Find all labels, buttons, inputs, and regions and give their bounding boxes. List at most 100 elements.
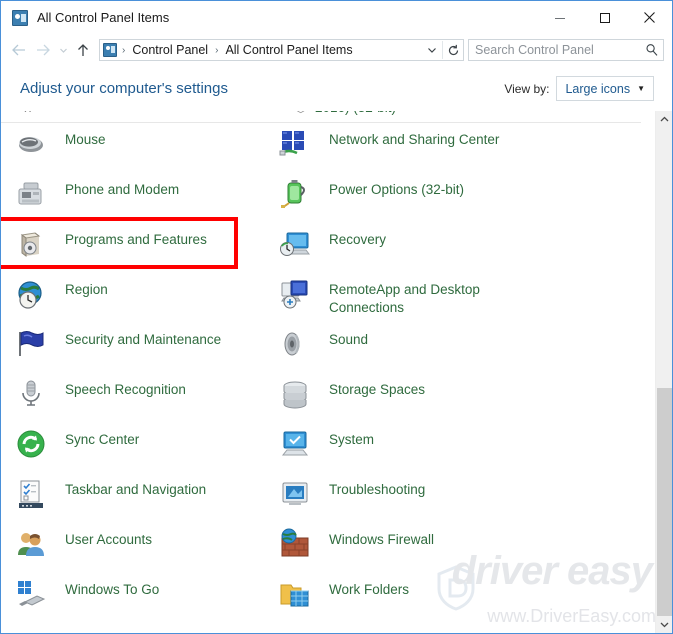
control-panel-item-label: Windows To Go [65,576,159,599]
control-panel-item-label: Recovery [329,226,386,249]
control-panel-item[interactable]: Work Folders [279,576,409,626]
recovery-icon [279,228,311,260]
control-panel-item-label: Sync Center [65,426,139,449]
scroll-down-button[interactable] [656,616,672,633]
windows-firewall-icon [279,528,311,560]
window-title: All Control Panel Items [37,10,169,25]
scrollbar-thumb[interactable] [657,388,672,618]
control-panel-item-label: Taskbar and Navigation [65,476,206,499]
clipped-mid-fragment: ⬡ [295,111,306,116]
breadcrumb-separator: › [117,45,130,56]
mouse-icon [15,128,47,160]
control-panel-item[interactable]: Windows To Go [15,576,159,626]
control-panel-item-label: Storage Spaces [329,376,425,399]
control-panel-item[interactable]: Phone and Modem [15,176,179,226]
programs-features-icon [15,228,47,260]
recent-pages-chevron-icon[interactable] [55,38,71,62]
control-panel-item[interactable]: Storage Spaces [279,376,425,426]
troubleshooting-icon [279,478,311,510]
search-icon[interactable] [641,40,663,60]
view-by-group: View by: Large icons ▼ [504,76,654,101]
control-panel-item[interactable]: Security and Maintenance [15,326,221,376]
taskbar-navigation-icon [15,478,47,510]
breadcrumb-item-control-panel[interactable]: Control Panel [130,43,210,57]
vertical-scrollbar[interactable] [655,111,672,633]
security-maintenance-icon [15,328,47,360]
window-controls [537,1,672,34]
search-box[interactable]: Search Control Panel [468,39,664,61]
control-panel-item[interactable]: User Accounts [15,526,152,576]
control-panel-item[interactable]: Network and Sharing Center [279,126,499,176]
search-input[interactable]: Search Control Panel [469,43,641,57]
close-button[interactable] [627,1,672,34]
minimize-button[interactable] [537,1,582,34]
control-panel-item-label: Power Options (32-bit) [329,176,464,199]
control-panel-item[interactable]: Sync Center [15,426,139,476]
control-panel-item[interactable]: Mouse [15,126,106,176]
windows-to-go-icon [15,578,47,610]
breadcrumb-separator: › [210,45,223,56]
view-by-dropdown[interactable]: Large icons ▼ [556,76,654,101]
sound-icon [279,328,311,360]
control-panel-item-label: Network and Sharing Center [329,126,499,149]
refresh-icon[interactable] [443,40,463,60]
items-pane: ∧ ⬡ 2016) (32-bit) MousePhone and Modem P… [1,111,655,633]
control-panel-item[interactable]: Power Options (32-bit) [279,176,464,226]
control-panel-item[interactable]: Recovery [279,226,386,276]
control-panel-item[interactable]: Windows Firewall [279,526,434,576]
control-panel-item[interactable]: RemoteApp and Desktop Connections [279,276,514,326]
items-content-area: ∧ ⬡ 2016) (32-bit) MousePhone and Modem P… [1,111,672,633]
chevron-down-icon: ▼ [637,84,645,93]
system-icon [279,428,311,460]
navigation-bar: › Control Panel › All Control Panel Item… [1,34,672,66]
control-panel-item-label: System [329,426,374,449]
control-panel-icon [12,10,28,26]
maximize-button[interactable] [582,1,627,34]
back-arrow-icon[interactable] [7,38,31,62]
control-panel-item[interactable]: Troubleshooting [279,476,425,526]
control-panel-item-label: User Accounts [65,526,152,549]
clipped-row: ∧ ⬡ 2016) (32-bit) [1,111,655,126]
network-sharing-icon [279,128,311,160]
control-panel-item-label: Sound [329,326,368,349]
control-panel-item[interactable]: Speech Recognition [15,376,186,426]
control-panel-item-label: Phone and Modem [65,176,179,199]
control-panel-window: All Control Panel Items [0,0,673,634]
control-panel-icon [103,43,117,57]
storage-spaces-icon [279,378,311,410]
control-panel-item[interactable]: Taskbar and Navigation [15,476,206,526]
control-panel-item[interactable]: Programs and Features [15,226,207,276]
clipped-left-fragment: ∧ [23,111,33,116]
view-by-value: Large icons [565,82,630,96]
title-bar: All Control Panel Items [1,1,672,34]
control-panel-item[interactable]: System [279,426,374,476]
control-panel-item-label: Security and Maintenance [65,326,221,349]
control-panel-item[interactable]: Sound [279,326,368,376]
up-arrow-icon[interactable] [71,38,95,62]
breadcrumb-item-all-control-panel-items[interactable]: All Control Panel Items [223,43,354,57]
view-by-label: View by: [504,82,549,96]
clipped-row-divider [1,122,641,123]
forward-arrow-icon[interactable] [31,38,55,62]
sync-center-icon [15,428,47,460]
control-panel-item[interactable]: Region [15,276,108,326]
remoteapp-desktop-icon [279,278,311,310]
region-icon [15,278,47,310]
address-chevron-icon[interactable] [422,40,442,60]
control-panel-item-label: Work Folders [329,576,409,599]
user-accounts-icon [15,528,47,560]
power-options-icon [279,178,311,210]
sub-header: Adjust your computer's settings View by:… [1,66,672,111]
clipped-row-label: 2016) (32-bit) [315,111,396,115]
phone-modem-icon [15,178,47,210]
work-folders-icon [279,578,311,610]
speech-recognition-icon [15,378,47,410]
control-panel-item-label: Speech Recognition [65,376,186,399]
control-panel-item-label: Windows Firewall [329,526,434,549]
control-panel-item-label: Region [65,276,108,299]
control-panel-item-label: Programs and Features [65,226,207,249]
control-panel-item-label: Troubleshooting [329,476,425,499]
control-panel-item-label: RemoteApp and Desktop Connections [329,276,514,317]
address-bar[interactable]: › Control Panel › All Control Panel Item… [99,39,464,61]
scroll-up-button[interactable] [656,111,672,128]
